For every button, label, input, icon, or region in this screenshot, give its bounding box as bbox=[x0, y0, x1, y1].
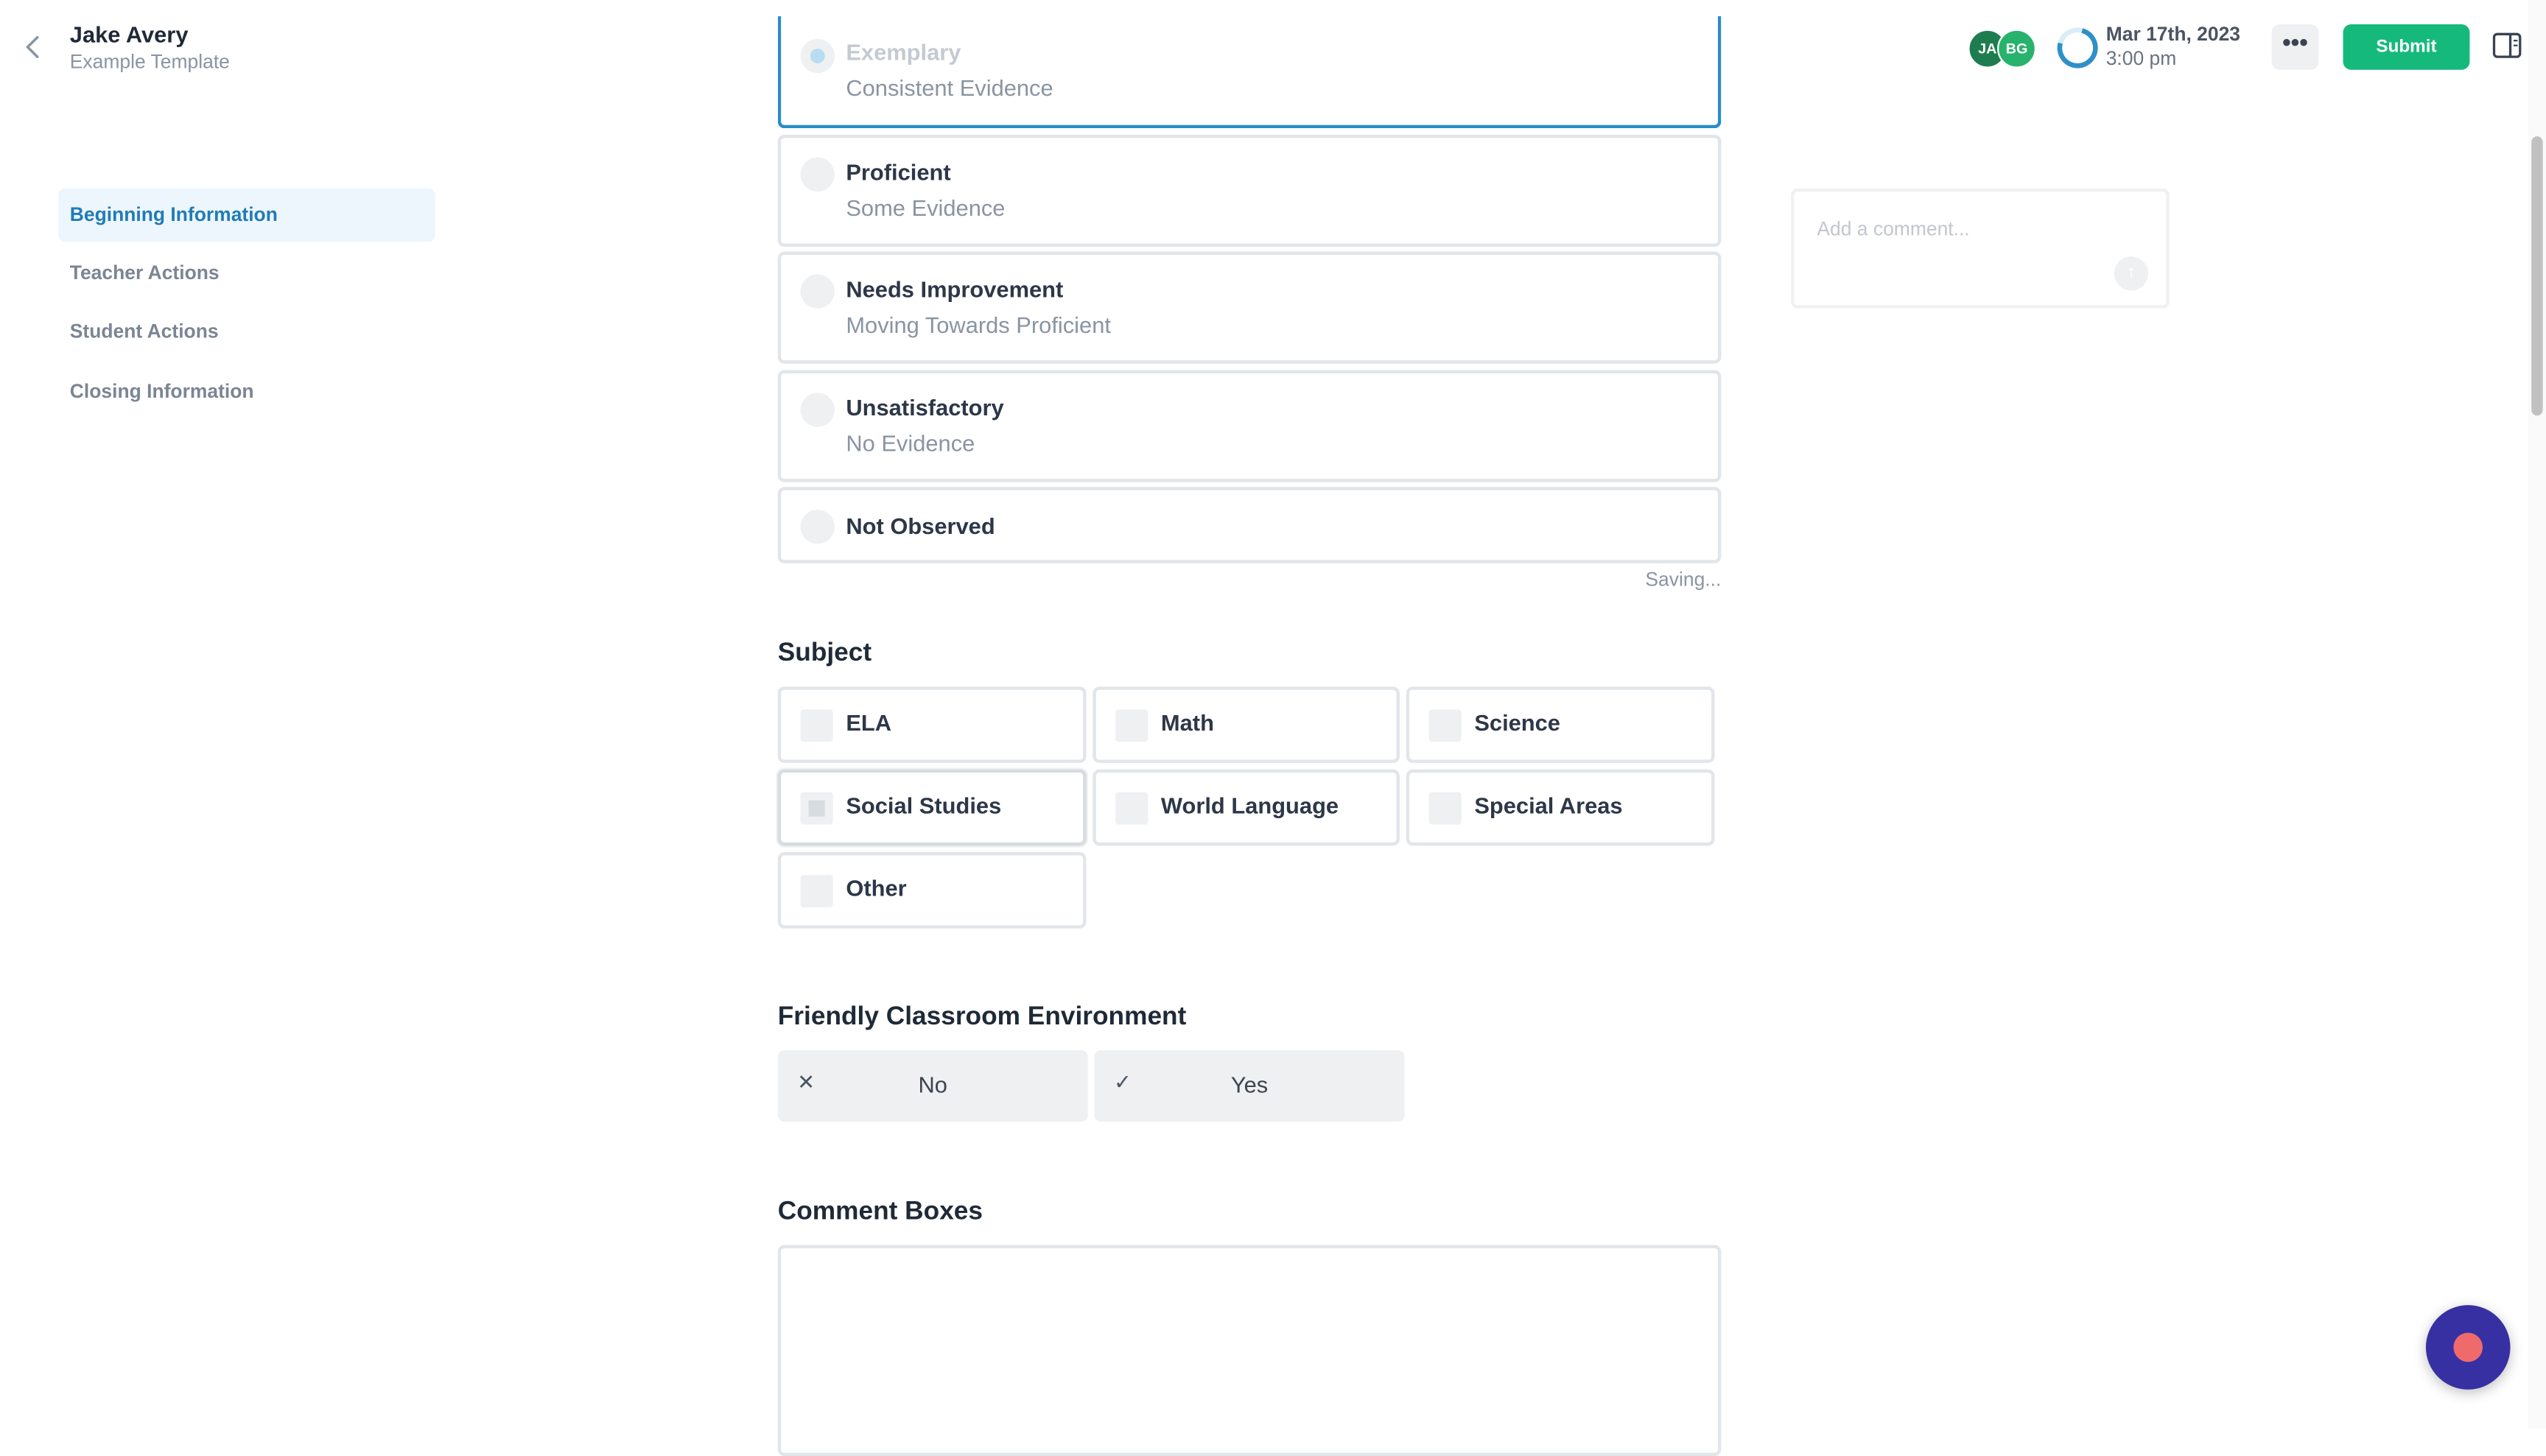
submit-button[interactable]: Submit bbox=[2343, 24, 2470, 70]
yes-button[interactable]: ✓ Yes bbox=[1094, 1050, 1405, 1122]
rating-option-unsatisfactory[interactable]: Unsatisfactory No Evidence bbox=[777, 370, 1722, 482]
no-label: No bbox=[918, 1071, 947, 1097]
progress-ring-icon bbox=[2049, 20, 2105, 76]
rating-option-needs-improvement[interactable]: Needs Improvement Moving Towards Profici… bbox=[777, 251, 1722, 364]
subject-option-social-studies[interactable]: Social Studies bbox=[777, 769, 1087, 846]
checkbox[interactable] bbox=[800, 709, 833, 742]
subject-option-science[interactable]: Science bbox=[1406, 686, 1715, 763]
comment-textarea[interactable] bbox=[777, 1245, 1722, 1456]
add-comment-box[interactable]: Add a comment... ↑ bbox=[1791, 188, 2170, 309]
option-subtitle: Some Evidence bbox=[846, 194, 1006, 221]
checkbox[interactable] bbox=[1428, 792, 1462, 825]
checkbox-label: World Language bbox=[1160, 792, 1339, 818]
send-comment-button[interactable]: ↑ bbox=[2114, 256, 2149, 291]
friendly-classroom-title: Friendly Classroom Environment bbox=[777, 1003, 1187, 1031]
checkbox-label: Social Studies bbox=[846, 792, 1002, 818]
template-name: Example Template bbox=[69, 50, 230, 74]
back-button[interactable] bbox=[19, 31, 49, 63]
rating-option-not-observed[interactable]: Not Observed bbox=[777, 487, 1722, 563]
no-button[interactable]: ✕ No bbox=[777, 1050, 1088, 1122]
radio-button[interactable] bbox=[800, 38, 835, 74]
radio-button[interactable] bbox=[800, 393, 835, 427]
comment-placeholder: Add a comment... bbox=[1817, 217, 1970, 241]
option-title: Exemplary bbox=[846, 38, 961, 66]
option-subtitle: No Evidence bbox=[846, 430, 975, 457]
option-title: Unsatisfactory bbox=[846, 394, 1004, 421]
subject-title: Subject bbox=[777, 639, 872, 667]
option-title: Proficient bbox=[846, 159, 951, 186]
subject-option-other[interactable]: Other bbox=[777, 852, 1087, 929]
checkbox-label: Special Areas bbox=[1474, 792, 1623, 818]
scrollbar-thumb[interactable] bbox=[2531, 136, 2543, 416]
observee-name: Jake Avery bbox=[69, 21, 189, 47]
checkbox[interactable] bbox=[1115, 709, 1148, 742]
sidebar-item-beginning-information[interactable]: Beginning Information bbox=[58, 188, 435, 242]
sidebar-item-student-actions[interactable]: Student Actions bbox=[58, 305, 435, 359]
subject-option-special-areas[interactable]: Special Areas bbox=[1406, 769, 1715, 846]
rating-option-proficient[interactable]: Proficient Some Evidence bbox=[777, 134, 1722, 247]
comment-boxes-title: Comment Boxes bbox=[777, 1197, 983, 1226]
option-subtitle: Moving Towards Proficient bbox=[846, 312, 1111, 338]
arrow-up-icon: ↑ bbox=[2126, 263, 2136, 283]
checkbox[interactable] bbox=[800, 875, 833, 908]
radio-button[interactable] bbox=[800, 274, 835, 309]
observation-date[interactable]: Mar 17th, 2023 bbox=[2106, 23, 2240, 46]
observation-time[interactable]: 3:00 pm bbox=[2106, 47, 2177, 70]
subject-option-ela[interactable]: ELA bbox=[777, 686, 1087, 763]
sidebar-item-teacher-actions[interactable]: Teacher Actions bbox=[58, 247, 435, 300]
radio-button[interactable] bbox=[800, 157, 835, 192]
subject-option-math[interactable]: Math bbox=[1093, 686, 1400, 763]
checkbox-label: Science bbox=[1474, 709, 1561, 736]
checkbox[interactable] bbox=[800, 792, 833, 825]
checkbox-label: Other bbox=[846, 875, 907, 901]
sidebar-item-closing-information[interactable]: Closing Information bbox=[58, 365, 435, 419]
record-icon bbox=[2453, 1332, 2483, 1362]
checkbox-label: Math bbox=[1160, 709, 1214, 736]
option-title: Needs Improvement bbox=[846, 275, 1064, 302]
side-panel-icon bbox=[2492, 32, 2522, 58]
option-title: Not Observed bbox=[846, 513, 995, 539]
record-button[interactable] bbox=[2425, 1305, 2511, 1390]
more-options-button[interactable]: ••• bbox=[2271, 24, 2319, 70]
toggle-side-panel-button[interactable] bbox=[2492, 32, 2522, 58]
saving-status: Saving... bbox=[1645, 568, 1722, 591]
avatar[interactable]: BG bbox=[1997, 29, 2036, 68]
checkbox[interactable] bbox=[1428, 709, 1462, 742]
chevron-left-icon bbox=[26, 35, 39, 58]
checkbox-label: ELA bbox=[846, 709, 892, 736]
yes-label: Yes bbox=[1230, 1071, 1269, 1097]
checkbox[interactable] bbox=[1115, 792, 1148, 825]
radio-button[interactable] bbox=[800, 510, 835, 544]
rating-option-exemplary[interactable]: Exemplary Consistent Evidence bbox=[777, 16, 1722, 129]
option-subtitle: Consistent Evidence bbox=[846, 74, 1053, 101]
subject-option-world-language[interactable]: World Language bbox=[1093, 769, 1400, 846]
